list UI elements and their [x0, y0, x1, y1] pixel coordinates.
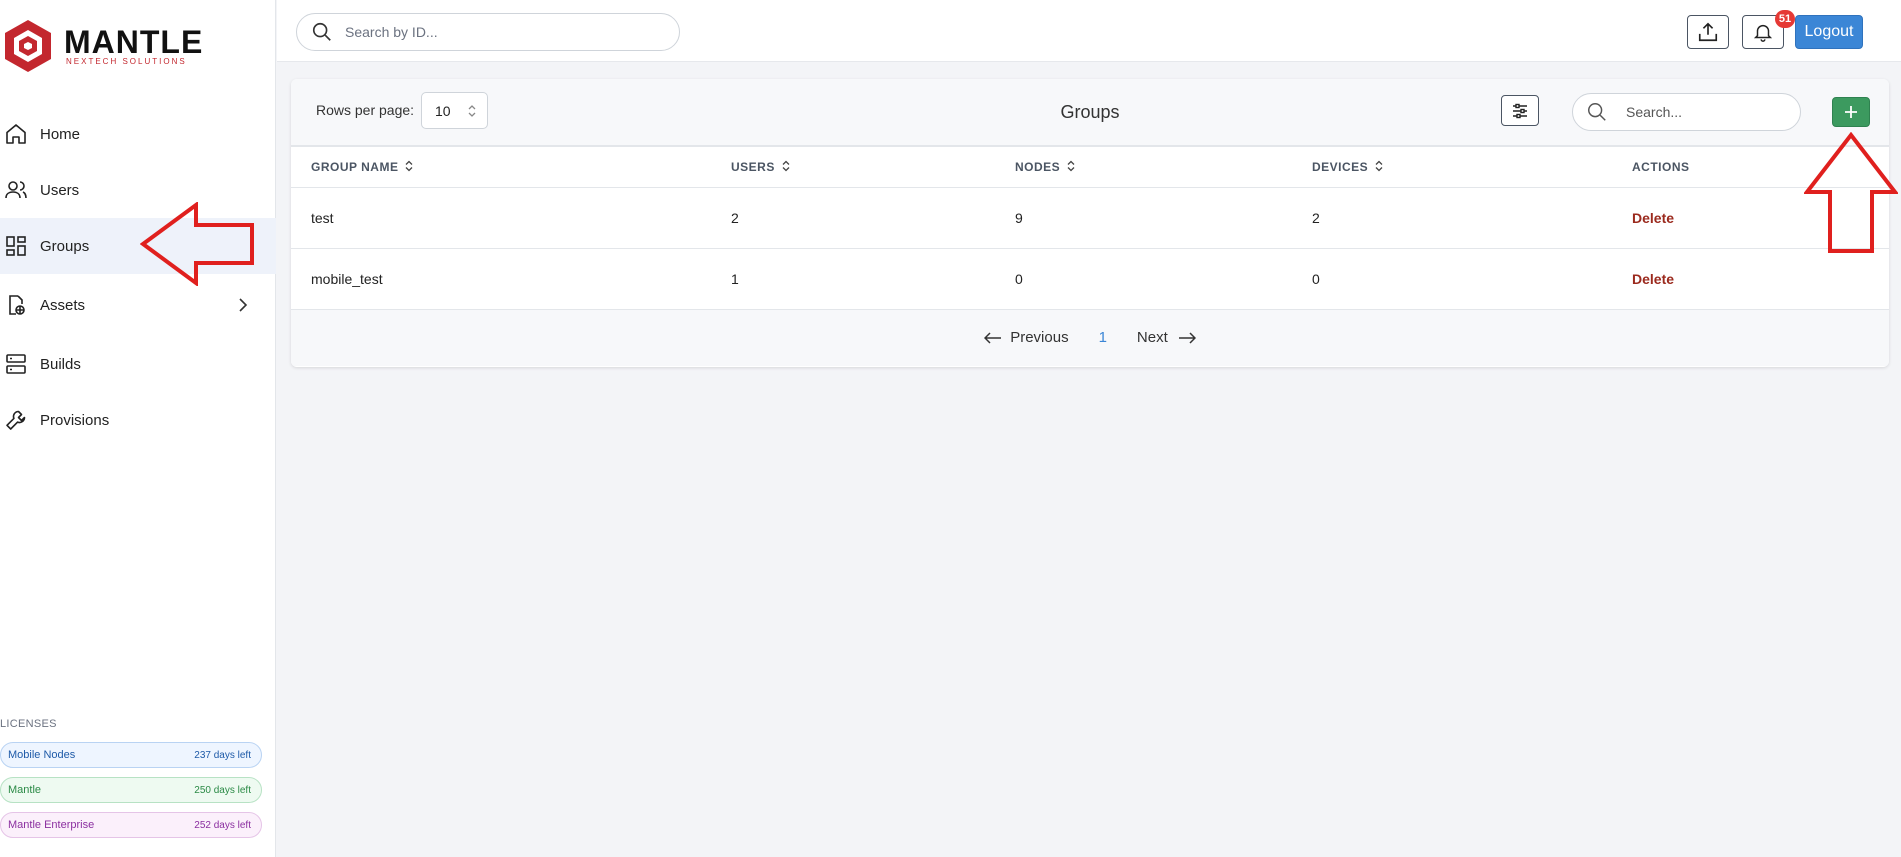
assets-icon [9, 295, 25, 315]
sidebar-item-users[interactable]: Users [0, 162, 276, 218]
pagination: Previous 1 Next [291, 309, 1889, 366]
previous-label: Previous [1010, 329, 1069, 346]
column-header-users[interactable]: USERS [731, 147, 1015, 188]
license-days: 250 days left [194, 784, 251, 796]
sort-icon [782, 160, 790, 172]
table-row[interactable]: mobile_test 1 0 0 Delete [291, 248, 1889, 310]
devices-cell: 0 [1312, 248, 1632, 310]
home-icon [6, 124, 26, 144]
sidebar-item-home[interactable]: Home [0, 106, 276, 162]
delete-button[interactable]: Delete [1632, 210, 1674, 226]
page-number[interactable]: 1 [1099, 329, 1107, 346]
sidebar-item-builds[interactable]: Builds [0, 336, 276, 392]
sidebar-item-label: Builds [40, 355, 81, 373]
upload-icon [1698, 22, 1718, 42]
license-name: Mobile Nodes [8, 749, 76, 761]
sidebar-item-label: Home [40, 125, 81, 143]
users-cell: 2 [731, 187, 1015, 249]
sidebar-item-label: Groups [40, 237, 90, 255]
search-icon [1588, 103, 1606, 121]
group-name-cell: mobile_test [291, 248, 731, 310]
column-header-group-name[interactable]: GROUP NAME [291, 147, 731, 188]
brand-tagline: NEXTECH SOLUTIONS [66, 56, 187, 66]
sidebar-item-groups[interactable]: Groups [0, 218, 276, 274]
sliders-icon [1513, 103, 1527, 118]
license-name: Mantle Enterprise [8, 819, 95, 831]
groups-search-input[interactable] [1626, 104, 1786, 120]
wrench-icon [6, 410, 26, 430]
top-bar: 51 Logout [277, 0, 1901, 62]
next-page-button[interactable]: Next [1137, 329, 1196, 346]
previous-page-button[interactable]: Previous [984, 329, 1069, 346]
sidebar-item-label: Assets [40, 296, 86, 314]
license-days: 237 days left [194, 749, 251, 761]
nodes-cell: 0 [1015, 248, 1312, 310]
sort-icon [1067, 160, 1075, 172]
table-header-row: GROUP NAME USERS NODES DEVICES ACTIONS [291, 147, 1889, 188]
add-group-button[interactable] [1832, 97, 1870, 127]
license-name: Mantle [8, 784, 42, 796]
sidebar: MANTLE NEXTECH SOLUTIONS Home Users Grou… [0, 0, 276, 857]
arrow-left-icon [984, 331, 1002, 344]
sort-icon [1375, 160, 1383, 172]
chevron-right-icon[interactable] [236, 298, 250, 312]
column-header-nodes[interactable]: NODES [1015, 147, 1312, 188]
notifications-button[interactable]: 51 [1742, 10, 1795, 49]
groups-search-box[interactable] [1572, 93, 1801, 131]
mantle-logo-icon [5, 20, 51, 72]
id-search-input[interactable] [345, 24, 665, 40]
bell-icon [1753, 24, 1773, 42]
groups-icon [6, 236, 26, 256]
sidebar-nav: Home Users Groups Assets Builds Provisio… [0, 106, 276, 448]
search-icon [312, 22, 331, 41]
id-search-box[interactable] [296, 13, 680, 51]
groups-card: Rows per page: 10 Groups Search... GROUP… [291, 79, 1889, 367]
license-item[interactable]: Mantle Enterprise 252 days left [0, 812, 262, 838]
sidebar-item-label: Provisions [40, 411, 110, 429]
sidebar-item-label: Users [40, 181, 80, 199]
plus-icon [1845, 106, 1857, 118]
groups-card-header: Rows per page: 10 Groups [291, 79, 1889, 147]
delete-button[interactable]: Delete [1632, 271, 1674, 287]
license-item[interactable]: Mantle 250 days left [0, 777, 262, 803]
license-item[interactable]: Mobile Nodes 237 days left [0, 742, 262, 768]
builds-icon [6, 354, 26, 374]
sidebar-item-assets[interactable]: Assets [0, 274, 276, 336]
upload-button[interactable] [1687, 15, 1729, 49]
devices-cell: 2 [1312, 187, 1632, 249]
logout-button[interactable]: Logout [1795, 15, 1863, 49]
sidebar-item-provisions[interactable]: Provisions [0, 392, 276, 448]
group-name-cell: test [291, 187, 731, 249]
groups-table: GROUP NAME USERS NODES DEVICES ACTIONS t… [291, 147, 1889, 310]
notification-badge: 51 [1775, 10, 1795, 28]
column-header-actions: ACTIONS [1632, 147, 1889, 188]
sort-icon [405, 160, 413, 172]
users-cell: 1 [731, 248, 1015, 310]
brand-name: MANTLE [64, 23, 204, 60]
licenses-title: LICENSES [0, 718, 57, 730]
users-icon [5, 181, 27, 199]
table-row[interactable]: test 2 9 2 Delete [291, 187, 1889, 249]
arrow-right-icon [1178, 331, 1196, 344]
brand-logo[interactable]: MANTLE NEXTECH SOLUTIONS [2, 16, 262, 76]
license-days: 252 days left [194, 819, 251, 831]
nodes-cell: 9 [1015, 187, 1312, 249]
column-header-devices[interactable]: DEVICES [1312, 147, 1632, 188]
filter-button[interactable] [1501, 95, 1539, 126]
licenses-panel: LICENSES Mobile Nodes 237 days left Mant… [0, 718, 270, 847]
next-label: Next [1136, 329, 1168, 346]
